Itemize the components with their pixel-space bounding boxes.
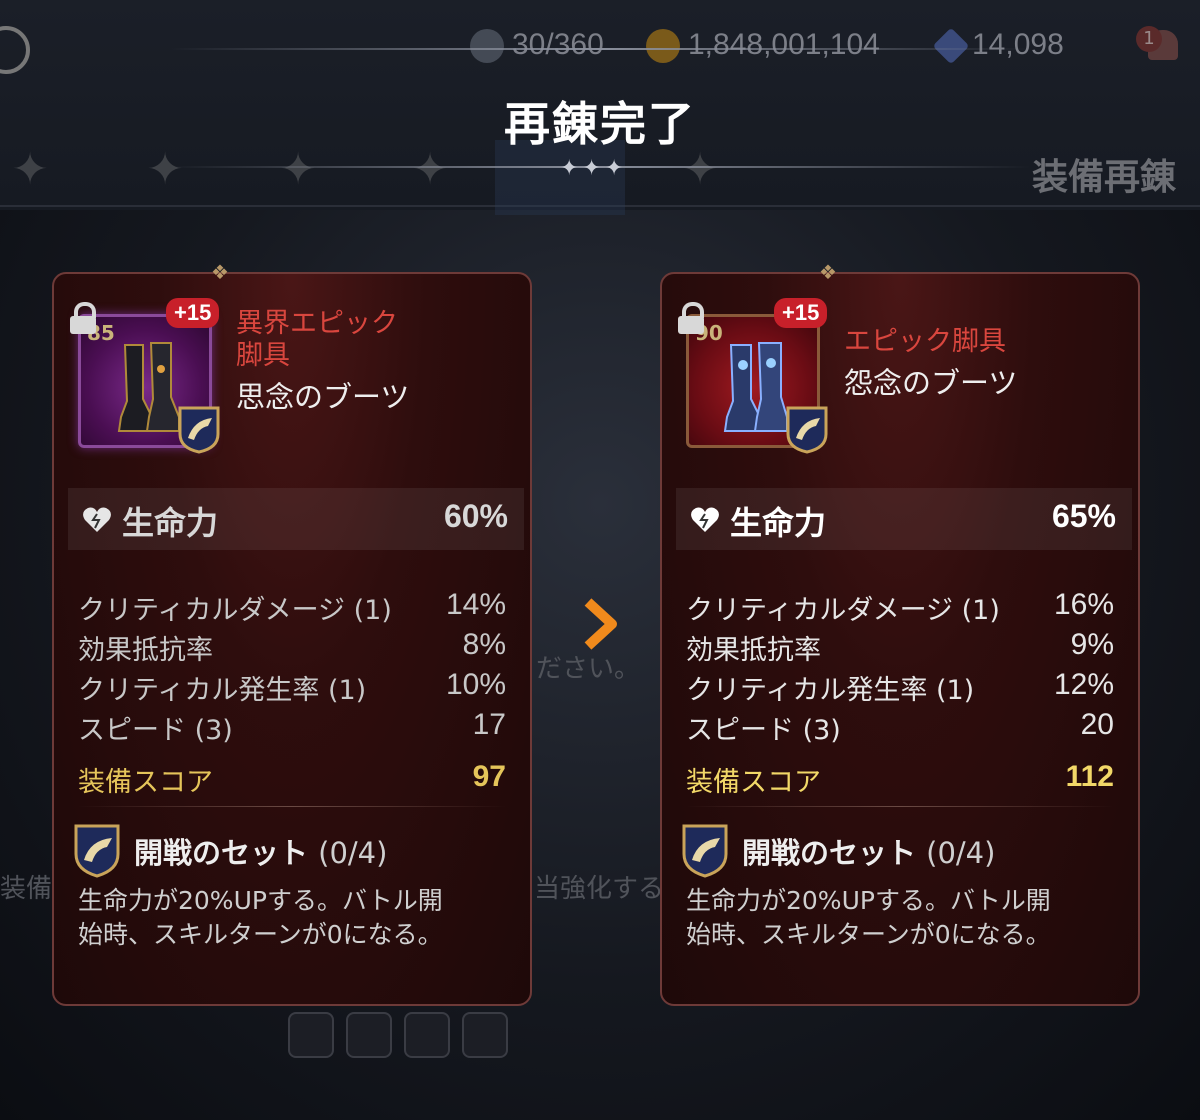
equipment-score: 装備スコア 112 [686,760,1114,799]
notification-bell-icon[interactable]: 1 [1136,22,1184,62]
set-description: 生命力が20%UPする。バトル開 始時、スキルターンが0になる。 [78,884,498,952]
set-count: (0/4) [318,836,388,870]
sparkle-icon: ✦✦✦ [560,156,628,181]
stamina-value: 30/360 [512,28,604,61]
gold-value: 1,848,001,104 [688,28,880,61]
main-stat-row: 生命力 60% [68,488,524,550]
equipment-score: 装備スコア 97 [78,760,506,799]
rarity-line-2: 脚具 [236,340,290,371]
set-description: 生命力が20%UPする。バトル開 始時、スキルターンが0になる。 [686,884,1106,952]
set-horn-badge-icon [178,406,220,454]
sub-stat-value: 16% [1053,588,1114,621]
sub-stat-label: スピード (3) [686,715,841,746]
sub-stat-label: クリティカル発生率 (1) [78,675,367,706]
bg-slot [404,1012,450,1058]
card-ornament-icon: ❖ [819,260,837,284]
sub-stat-row: 効果抵抗率 8% [78,628,506,668]
set-description-line-1: 生命力が20%UPする。バトル開 [78,886,443,915]
crystal-display: 14,098 [932,27,1064,65]
boots-icon [117,342,180,432]
heart-icon [691,507,719,532]
notification-badge: 1 [1136,26,1162,52]
crystal-value: 14,098 [972,28,1064,61]
bg-set-slots [288,1012,520,1062]
sub-stat-value: 8% [462,628,506,661]
equipment-name: 思念のブーツ [236,380,410,414]
score-value: 97 [472,760,506,793]
set-name-text: 開戦のセット [134,836,309,870]
sub-stat-label: クリティカル発生率 (1) [686,675,975,706]
bg-hint-mid: ださい。 [536,654,641,684]
score-label: 装備スコア [78,767,213,798]
bg-refine-title: 装備再錬 [1032,157,1177,198]
sub-stat-row: クリティカルダメージ (1) 14% [78,588,506,628]
set-horn-emblem-icon [682,824,728,878]
title-divider-top [170,48,1030,50]
lock-icon[interactable] [676,302,706,334]
sub-stat-value: 9% [1070,628,1114,661]
sub-stat-row: クリティカル発生率 (1) 10% [78,668,506,708]
sub-stat-row: 効果抵抗率 9% [686,628,1114,668]
rarity-label: エピック脚具 [844,326,1006,357]
rarity-label: 異界エピック 脚具 [236,308,398,372]
gold-coin-icon [646,29,680,64]
set-description-line-2: 始時、スキルターンが0になる。 [686,920,1051,949]
heart-icon [83,507,111,532]
set-name: 開戦のセット (0/4) [134,830,387,872]
set-count: (0/4) [926,836,996,870]
sub-stat-value: 14% [445,588,506,621]
before-equipment-card: ❖ 85 +15 異界エピック 脚具 思念のブーツ 生命力 60% クリティカル… [52,260,532,1006]
set-description-line-2: 始時、スキルターンが0になる。 [78,920,443,949]
sub-stat-row: クリティカルダメージ (1) 16% [686,588,1114,628]
sub-stat-label: 効果抵抗率 [686,635,821,666]
sub-stat-row: スピード (3) 17 [78,708,506,748]
card-ornament-icon: ❖ [211,260,229,284]
sub-stat-label: 効果抵抗率 [78,635,213,666]
sub-stat-value: 12% [1053,668,1114,701]
main-stat-row: 生命力 65% [676,488,1132,550]
main-stat-value: 65% [1051,498,1116,534]
set-description-line-1: 生命力が20%UPする。バトル開 [686,886,1051,915]
after-equipment-card: ❖ 90 +15 エピック脚具 怨念のブーツ 生命力 65% クリティカルダメー… [660,260,1140,1006]
sub-stat-value: 10% [445,668,506,701]
divider [78,806,506,807]
bg-hint-mid2: 当強化する [534,874,665,904]
boots-icon [723,342,788,432]
bg-slot [346,1012,392,1058]
score-label: 装備スコア [686,767,821,798]
chevron-right-icon [584,598,617,650]
set-horn-emblem-icon [74,824,120,878]
bg-slot [462,1012,508,1058]
equipment-name: 怨念のブーツ [844,366,1018,400]
main-stat-label: 生命力 [730,504,827,542]
sub-stat-value: 20 [1080,708,1114,741]
main-stat-value: 60% [443,498,508,534]
gold-display: 1,848,001,104 [646,28,880,64]
bg-slot [288,1012,334,1058]
stamina-display: 30/360 [470,28,604,64]
sub-stat-label: クリティカルダメージ (1) [78,595,392,626]
enhance-badge: +15 [166,298,220,328]
rarity-line-1: 異界エピック [236,308,398,339]
divider [686,806,1114,807]
main-stat-label: 生命力 [122,504,219,542]
sub-stat-label: クリティカルダメージ (1) [686,595,1000,626]
score-value: 112 [1065,760,1114,793]
stamina-icon [470,29,504,64]
lock-icon[interactable] [68,302,98,334]
sub-stat-row: クリティカル発生率 (1) 12% [686,668,1114,708]
sub-stat-row: スピード (3) 20 [686,708,1114,748]
crystal-icon [932,27,970,65]
set-horn-badge-icon [786,406,828,454]
set-name-text: 開戦のセット [742,836,917,870]
sub-stat-value: 17 [472,708,506,741]
sub-stat-label: スピード (3) [78,715,233,746]
result-title: 再錬完了 [504,97,696,151]
enhance-badge: +15 [774,298,828,328]
set-name: 開戦のセット (0/4) [742,830,995,872]
